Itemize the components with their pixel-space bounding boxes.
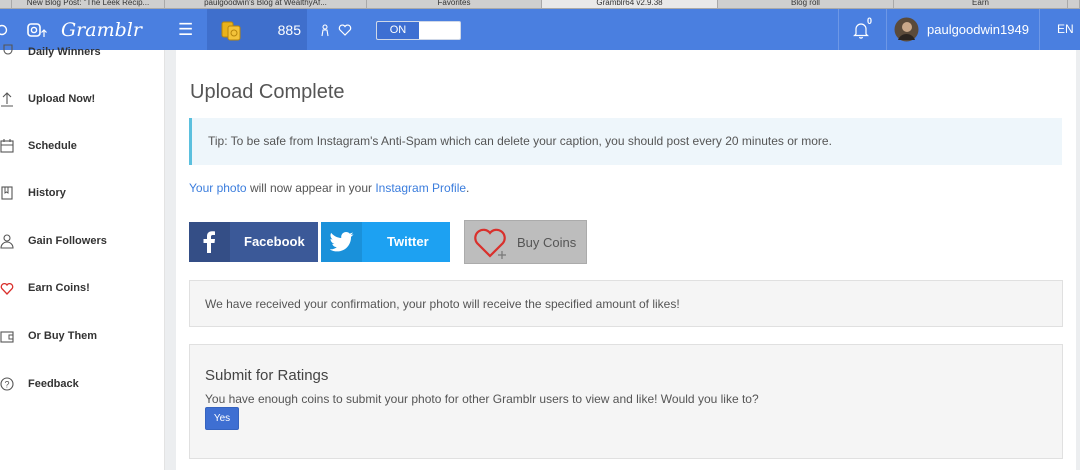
facebook-icon (203, 231, 215, 253)
buy-coins-button[interactable]: Buy Coins (464, 220, 587, 264)
on-off-toggle[interactable]: ON (376, 21, 461, 40)
yes-button[interactable]: Yes (205, 407, 239, 430)
buy-coins-label: Buy Coins (517, 235, 577, 250)
browser-tab[interactable]: paulgoodwin's Blog at WealthyAf... (165, 0, 367, 8)
user-icon (0, 234, 14, 249)
upload-message: Your photo will now appear in your Insta… (189, 181, 469, 195)
sidebar-item-upload-now[interactable]: Upload Now! (0, 90, 165, 110)
wallet-icon (0, 331, 14, 343)
language-label: EN (1057, 22, 1074, 36)
tip-text: Tip: To be safe from Instagram's Anti-Sp… (208, 134, 832, 148)
sidebar-item-schedule[interactable]: Schedule (0, 137, 165, 157)
sidebar-item-label: History (28, 187, 66, 199)
power-icon (0, 24, 8, 36)
tab-scroll-left[interactable] (0, 0, 12, 8)
sidebar: Daily Winners Upload Now! Schedule Histo… (0, 44, 165, 470)
sidebar-item-label: Gain Followers (28, 235, 107, 247)
avatar (894, 17, 919, 42)
confirmation-text: We have received your confirmation, your… (205, 297, 680, 311)
heart-plus-icon (474, 228, 506, 259)
sidebar-item-daily-winners[interactable]: Daily Winners (0, 43, 165, 63)
sidebar-item-label: Daily Winners (28, 46, 101, 58)
upload-icon (1, 92, 13, 107)
browser-tab[interactable]: Blog roll (718, 0, 894, 8)
facebook-share-button[interactable]: Facebook (189, 222, 318, 262)
toggle-on-label: ON (377, 22, 419, 39)
browser-tab[interactable]: Earn (894, 0, 1068, 8)
browser-tab-strip: New Blog Post: "The Leek Recip... paulgo… (0, 0, 1080, 9)
heart-icon (0, 282, 14, 295)
facebook-label: Facebook (244, 234, 305, 249)
sidebar-item-label: Upload Now! (28, 93, 96, 105)
page-title: Upload Complete (190, 81, 345, 103)
twitter-icon (330, 232, 354, 252)
book-icon (1, 186, 13, 200)
language-selector[interactable]: EN (1039, 9, 1080, 50)
coin-count: 885 (277, 22, 301, 38)
person-icon[interactable] (320, 24, 330, 37)
app-logo: Gramblr (61, 19, 142, 41)
hamburger-menu-icon[interactable]: ☰ (178, 20, 193, 40)
confirmation-panel: We have received your confirmation, your… (189, 280, 1063, 327)
upload-message-text: will now appear in your (246, 181, 376, 195)
instagram-upload-icon (27, 23, 47, 37)
sidebar-item-feedback[interactable]: ? Feedback (0, 375, 165, 395)
notifications[interactable]: 0 (838, 9, 886, 50)
calendar-icon (0, 139, 14, 153)
main-panel: Upload Complete Tip: To be safe from Ins… (176, 50, 1076, 470)
submit-ratings-panel: Submit for Ratings You have enough coins… (189, 344, 1063, 459)
question-icon: ? (0, 377, 14, 391)
twitter-share-button[interactable]: Twitter (321, 222, 450, 262)
sidebar-item-label: Feedback (28, 378, 79, 390)
sidebar-item-label: Schedule (28, 140, 77, 152)
sidebar-item-or-buy-them[interactable]: Or Buy Them (0, 327, 165, 347)
twitter-label: Twitter (387, 234, 429, 249)
sidebar-item-label: Or Buy Them (28, 330, 98, 342)
sidebar-item-gain-followers[interactable]: Gain Followers (0, 232, 165, 252)
trophy-icon (3, 44, 13, 55)
heart-outline-icon[interactable] (338, 24, 352, 36)
upload-message-end: . (466, 181, 470, 195)
sidebar-item-label: Earn Coins! (28, 282, 90, 294)
facebook-icon-cell (189, 222, 230, 262)
twitter-icon-cell (321, 222, 362, 262)
ratings-text: You have enough coins to submit your pho… (205, 392, 759, 406)
username[interactable]: paulgoodwin1949 (927, 22, 1029, 37)
sidebar-item-earn-coins[interactable]: Earn Coins! (0, 279, 165, 299)
notification-count: 0 (867, 16, 873, 26)
instagram-profile-link[interactable]: Instagram Profile (375, 181, 466, 195)
browser-tab[interactable]: Favorites (367, 0, 542, 8)
your-photo-link[interactable]: Your photo (189, 181, 247, 195)
coins-icon (221, 21, 241, 41)
ratings-heading: Submit for Ratings (205, 367, 329, 384)
coin-balance: 885 (207, 9, 307, 50)
new-tab-button[interactable] (1068, 0, 1080, 8)
sidebar-item-history[interactable]: History (0, 184, 165, 204)
browser-tab[interactable]: New Blog Post: "The Leek Recip... (12, 0, 165, 8)
tip-alert: Tip: To be safe from Instagram's Anti-Sp… (189, 118, 1062, 165)
svg-text:?: ? (4, 380, 9, 390)
browser-tab-active[interactable]: Gramblr64 v2.9.38 (542, 0, 718, 8)
